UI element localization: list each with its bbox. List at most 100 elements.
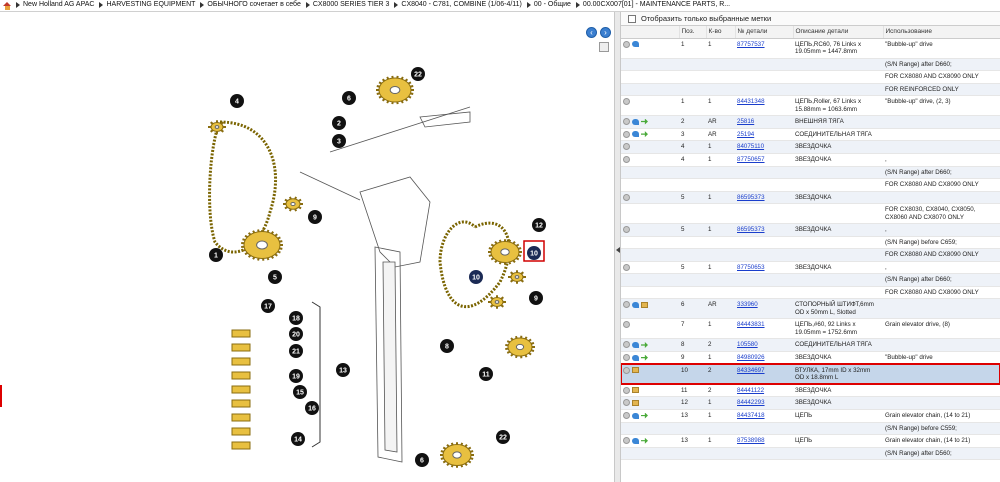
collapse-arrow-icon[interactable] (616, 247, 620, 253)
back-arrow-icon[interactable]: ‹ (586, 27, 597, 38)
table-row[interactable]: 5 1 86595373 ЗВЕЗДОЧКА (621, 191, 1000, 205)
info-icon[interactable] (623, 155, 630, 163)
info-icon[interactable] (623, 321, 630, 329)
arrow-right-icon[interactable] (641, 437, 648, 444)
callout-12[interactable]: 12 (532, 218, 546, 232)
part-number-link[interactable]: 84442293 (737, 399, 765, 406)
arrow-right-icon[interactable] (641, 354, 648, 361)
callout-17[interactable]: 17 (261, 299, 275, 313)
callout-11[interactable]: 11 (479, 367, 493, 381)
package-icon[interactable] (641, 301, 648, 308)
info-icon[interactable] (623, 40, 630, 48)
callout-5[interactable]: 5 (268, 270, 282, 284)
filter-checkbox[interactable] (628, 14, 636, 23)
elevator-paddle[interactable] (231, 385, 251, 394)
table-row[interactable]: 5 1 86595373 ЗВЕЗДОЧКА, (621, 223, 1000, 237)
info-icon[interactable] (623, 386, 630, 394)
elevator-paddle[interactable] (231, 357, 251, 366)
part-number-link[interactable]: 105580 (737, 341, 758, 348)
breadcrumb-item[interactable]: CX8000 SERIES TIER 3 (305, 1, 389, 8)
info-icon[interactable] (623, 118, 630, 125)
table-row[interactable]: FOR CX8080 AND CX8090 ONLY (621, 70, 1000, 84)
callout-19[interactable]: 19 (289, 369, 303, 383)
table-row[interactable]: 7 1 84443831 ЦЕПЬ,#60, 92 Links x 19.05mm =… (621, 318, 1000, 340)
part-number-link[interactable]: 87750657 (737, 156, 765, 163)
info-icon[interactable] (623, 341, 630, 349)
sprocket-12[interactable] (488, 239, 522, 265)
info-icon[interactable] (623, 412, 630, 420)
package-icon[interactable] (632, 367, 639, 374)
table-row[interactable]: 4 1 87750657 ЗВЕЗДОЧКА, (621, 153, 1000, 167)
arrow-right-icon[interactable] (641, 412, 648, 419)
callout-6[interactable]: 6 (342, 91, 356, 105)
callout-6[interactable]: 6 (415, 453, 429, 467)
table-row[interactable]: (S/N Range) before C659; (621, 236, 1000, 250)
breadcrumb-item[interactable]: HARVESTING EQUIPMENT (99, 1, 195, 8)
info-icon[interactable] (623, 399, 630, 407)
sprocket-11[interactable] (505, 335, 535, 359)
table-row[interactable]: 2 AR 25816 ВНЕШНЯЯ ТЯГА (621, 115, 1000, 129)
package-icon[interactable] (632, 387, 639, 394)
arrow-right-icon[interactable] (641, 118, 648, 125)
part-number-link[interactable]: 84334697 (737, 367, 765, 374)
table-row[interactable]: 13 1 87538988 ЦЕПЬ Grain elevator chain, (14… (621, 434, 1000, 448)
table-row[interactable]: 1 1 84431348 ЦЕПЬ,Roller, 67 Links x 15.88m… (621, 95, 1000, 116)
sprocket-9-right[interactable] (508, 270, 526, 284)
panel-splitter[interactable] (614, 12, 621, 482)
info-icon[interactable] (623, 193, 630, 201)
callout-8[interactable]: 8 (440, 339, 454, 353)
part-number-link[interactable]: 87757537 (737, 41, 765, 48)
table-row[interactable]: 6 AR 333960 СТОПОРНЫЙ ШТИФТ,6mm OD x 50mm L… (621, 298, 1000, 320)
breadcrumb-item[interactable]: 00.00CX007[01] - MAINTENANCE PARTS, R... (575, 1, 730, 8)
col-header-pos[interactable]: Поз. (679, 26, 707, 39)
info-icon[interactable] (623, 301, 630, 309)
callout-1[interactable]: 1 (209, 248, 223, 262)
info-icon[interactable] (623, 366, 630, 374)
table-row[interactable]: 13 1 84437418 ЦЕПЬ Grain elevator chain, (14… (621, 409, 1000, 423)
callout-4[interactable]: 4 (230, 94, 244, 108)
table-row[interactable]: 8 2 105580 СОЕДИНИТЕЛЬНАЯ ТЯГА (621, 338, 1000, 353)
table-row[interactable]: 12 1 84442293 ЗВЕЗДОЧКА (621, 396, 1000, 411)
sprocket-10-lower[interactable] (488, 295, 506, 309)
cart-icon[interactable] (632, 301, 639, 308)
part-number-link[interactable]: 87538988 (737, 437, 765, 444)
table-row[interactable]: 5 1 87750653 ЗВЕЗДОЧКА, (621, 261, 1000, 275)
package-icon[interactable] (632, 399, 639, 406)
arrow-right-icon[interactable] (641, 131, 648, 138)
table-row[interactable]: 1 1 87757537 ЦЕПЬ,RC60, 76 Links x 19.05mm … (621, 38, 1000, 59)
elevator-paddle[interactable] (231, 413, 251, 422)
callout-9[interactable]: 9 (529, 291, 543, 305)
cart-icon[interactable] (632, 41, 639, 47)
callout-21[interactable]: 21 (289, 344, 303, 358)
callout-18[interactable]: 18 (289, 311, 303, 325)
info-icon[interactable] (623, 143, 630, 151)
sprocket-22-bottom[interactable] (440, 442, 474, 468)
selected-filter[interactable]: Отобразить только выбранные метки (621, 12, 1000, 26)
part-number-link[interactable]: 25816 (737, 118, 754, 125)
col-header-description[interactable]: Описание детали (793, 26, 884, 39)
table-row[interactable]: (S/N Range) after D560; (621, 447, 1000, 461)
sprocket-5[interactable] (241, 229, 283, 261)
table-row[interactable]: 3 AR 25194 СОЕДИНИТЕЛЬНАЯ ТЯГА (621, 128, 1000, 142)
exploded-parts-diagram[interactable]: 22 4 6 2 3 9 1 12 5 10 10 9 17 18 20 21 19 15 16 14 13 8 11 6 22 (0, 12, 580, 482)
info-icon[interactable] (623, 437, 630, 445)
table-row[interactable]: FOR CX8030, CX8040, CX8050, CX8060 AND C… (621, 203, 1000, 225)
sprocket-9-left[interactable] (283, 196, 303, 212)
cart-icon[interactable] (632, 354, 639, 361)
elevator-paddle[interactable] (231, 399, 251, 408)
callout-20[interactable]: 20 (289, 327, 303, 341)
breadcrumb-item[interactable]: CX8040 - C781, COMBINE (1/06-4/11) (394, 1, 522, 8)
info-icon[interactable] (623, 226, 630, 234)
cart-icon[interactable] (632, 131, 639, 138)
callout-16[interactable]: 16 (305, 401, 319, 415)
info-icon[interactable] (623, 98, 630, 105)
cart-icon[interactable] (632, 412, 639, 419)
elevator-paddle[interactable] (231, 343, 251, 352)
part-number-link[interactable]: 84431348 (737, 98, 765, 105)
elevator-paddle[interactable] (231, 441, 251, 450)
info-icon[interactable] (623, 354, 630, 362)
breadcrumb-item[interactable]: New Holland AG APAC (16, 1, 94, 8)
callout-14[interactable]: 14 (291, 432, 305, 446)
callout-22[interactable]: 22 (496, 430, 510, 444)
callout-10[interactable]: 10 (469, 270, 483, 284)
